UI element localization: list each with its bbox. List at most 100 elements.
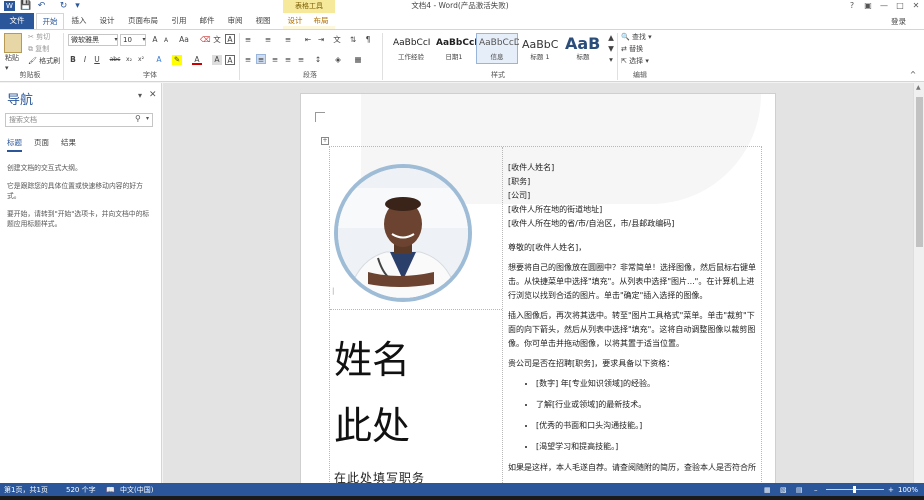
save-icon[interactable]: 💾 bbox=[20, 1, 31, 11]
bold-icon[interactable]: B bbox=[68, 55, 78, 65]
read-mode-icon[interactable]: ▦ bbox=[764, 483, 771, 497]
align-right-icon[interactable]: ≡ bbox=[270, 55, 280, 65]
maximize-button[interactable]: □ bbox=[892, 0, 908, 12]
name-line-2[interactable]: 此处 bbox=[334, 403, 410, 449]
search-icon[interactable]: ⚲ bbox=[135, 114, 141, 123]
style-info[interactable]: AaBbCcD 信息 bbox=[476, 33, 519, 64]
strikethrough-icon[interactable]: abc bbox=[108, 55, 122, 65]
paste-icon[interactable] bbox=[4, 33, 22, 53]
align-center-icon[interactable]: ≡ bbox=[256, 54, 266, 64]
list-item[interactable]: [数字] 年[专业知识领域]的经验。 bbox=[536, 377, 760, 391]
style-date1[interactable]: AaBbCcDc 日期1 bbox=[433, 33, 476, 64]
styles-scroll-up-icon[interactable]: ▲ bbox=[606, 33, 616, 43]
paragraph-4[interactable]: 如果是这样，本人毛遂自荐。请查阅随附的简历，查验本人是否符合所 bbox=[508, 461, 760, 475]
proofing-icon[interactable]: 📖 bbox=[106, 483, 115, 497]
tab-table-layout[interactable]: 布局 bbox=[309, 13, 333, 29]
change-case-icon[interactable]: Aa bbox=[176, 35, 192, 45]
city-address-field[interactable]: [收件人所在地的省/市/自治区，市/县邮政编码] bbox=[508, 217, 760, 231]
company-field[interactable]: [公司] bbox=[508, 189, 760, 203]
underline-icon[interactable]: U bbox=[92, 55, 102, 65]
scroll-up-icon[interactable]: ▲ bbox=[916, 84, 921, 91]
text-effects-icon[interactable]: A bbox=[154, 55, 164, 65]
print-layout-icon[interactable]: ▧ bbox=[780, 483, 787, 497]
copy-button[interactable]: ⧉ 复制 bbox=[28, 44, 49, 54]
replace-button[interactable]: ⇄ 替换 bbox=[621, 44, 643, 54]
tab-references[interactable]: 引用 bbox=[166, 13, 192, 29]
minimize-button[interactable]: — bbox=[876, 0, 892, 12]
styles-scroll-down-icon[interactable]: ▼ bbox=[606, 44, 616, 54]
subscript-icon[interactable]: x₂ bbox=[124, 55, 134, 65]
tab-design[interactable]: 设计 bbox=[94, 13, 120, 29]
font-color-icon[interactable]: A bbox=[192, 55, 202, 65]
superscript-icon[interactable]: x² bbox=[136, 55, 146, 65]
table-move-handle-icon[interactable]: + bbox=[321, 137, 329, 145]
tab-file[interactable]: 文件 bbox=[0, 13, 34, 29]
nav-search-input[interactable]: 搜索文档 bbox=[5, 113, 153, 127]
nav-tab-headings[interactable]: 标题 bbox=[7, 137, 22, 152]
login-link[interactable]: 登录 bbox=[891, 16, 906, 27]
job-title-placeholder[interactable]: 在此处填写职务 bbox=[334, 469, 425, 483]
align-left-icon[interactable]: ≡ bbox=[243, 55, 253, 65]
paste-button[interactable]: 粘贴 bbox=[5, 53, 19, 63]
line-spacing-icon[interactable]: ↕ bbox=[313, 55, 323, 65]
nav-options-icon[interactable]: ▾ bbox=[138, 91, 142, 100]
shrink-font-icon[interactable]: A bbox=[161, 36, 171, 46]
name-line-1[interactable]: 姓名 bbox=[334, 337, 410, 383]
ribbon-display-options-icon[interactable]: ▣ bbox=[860, 0, 876, 12]
tab-mailings[interactable]: 邮件 bbox=[194, 13, 220, 29]
tab-view[interactable]: 视图 bbox=[250, 13, 276, 29]
nav-tab-results[interactable]: 结果 bbox=[61, 137, 76, 148]
character-border-icon[interactable]: A bbox=[225, 55, 235, 65]
paragraph-1[interactable]: 想要将自己的图像放在圆圈中？非常简单！选择图像，然后鼠标右键单击。从快捷菜单中选… bbox=[508, 261, 760, 303]
list-item[interactable]: [优秀的书面和口头沟通技能。] bbox=[536, 419, 760, 433]
page-count[interactable]: 第1页，共1页 bbox=[4, 483, 48, 497]
distributed-icon[interactable]: ≡ bbox=[296, 55, 306, 65]
decrease-indent-icon[interactable]: ⇤ bbox=[303, 35, 313, 45]
paragraph-3[interactable]: 贵公司是否在招聘[职务]，要求具备以下资格： bbox=[508, 357, 760, 371]
nav-tab-pages[interactable]: 页面 bbox=[34, 137, 49, 148]
search-dropdown-icon[interactable]: ▾ bbox=[146, 115, 149, 122]
sort-icon[interactable]: ⇅ bbox=[348, 35, 358, 45]
italic-icon[interactable]: I bbox=[80, 55, 90, 65]
justify-icon[interactable]: ≡ bbox=[283, 55, 293, 65]
cut-button[interactable]: ✂ 剪切 bbox=[28, 32, 50, 42]
web-layout-icon[interactable]: ▤ bbox=[796, 483, 803, 497]
grow-font-icon[interactable]: A bbox=[150, 35, 160, 45]
collapse-ribbon-icon[interactable]: ^ bbox=[908, 70, 918, 80]
greeting[interactable]: 尊敬的[收件人姓名]， bbox=[508, 241, 760, 255]
zoom-slider[interactable] bbox=[826, 486, 884, 493]
tab-insert[interactable]: 插入 bbox=[66, 13, 92, 29]
zoom-level[interactable]: 100% bbox=[898, 483, 918, 497]
resume-table[interactable]: | 姓名 此处 在此处填写职务 [收件人姓名] [职务] [公司] [收件人所在… bbox=[329, 146, 762, 483]
customize-toolbar-icon[interactable]: ▾ bbox=[72, 1, 83, 11]
redo-icon[interactable]: ↻ bbox=[58, 1, 69, 11]
multilevel-list-icon[interactable]: ≡ bbox=[283, 35, 293, 45]
nav-close-icon[interactable]: ✕ bbox=[149, 90, 157, 100]
enclose-characters-icon[interactable]: A bbox=[225, 34, 235, 44]
show-marks-icon[interactable]: ¶ bbox=[363, 35, 373, 45]
undo-icon[interactable]: ↶ bbox=[36, 1, 47, 11]
style-heading1[interactable]: AaBbC 标题 1 bbox=[519, 33, 561, 64]
help-button[interactable]: ? bbox=[844, 0, 860, 12]
list-item[interactable]: [渴望学习和提高技能。] bbox=[536, 440, 760, 454]
recipient-title-field[interactable]: [职务] bbox=[508, 175, 760, 189]
document-page[interactable]: + | 姓名 此处 在此处填写职务 [收件人姓名] [职务] [公司] [收件人… bbox=[300, 93, 776, 483]
style-work-experience[interactable]: AaBbCcI 工作经验 bbox=[390, 33, 432, 64]
word-count[interactable]: 520 个字 bbox=[66, 483, 96, 497]
paragraph-2[interactable]: 插入图像后，再次将其选中。转至"图片工具格式"菜单。单击"裁剪"下面的向下箭头，… bbox=[508, 309, 760, 351]
zoom-in-icon[interactable]: + bbox=[888, 483, 894, 497]
style-title[interactable]: AaB 标题 bbox=[562, 33, 604, 64]
street-address-field[interactable]: [收件人所在地的街道地址] bbox=[508, 203, 760, 217]
vertical-scrollbar[interactable]: ▲ bbox=[913, 83, 924, 483]
tab-review[interactable]: 审阅 bbox=[222, 13, 248, 29]
scrollbar-thumb[interactable] bbox=[916, 97, 923, 247]
numbering-icon[interactable]: ≡ bbox=[263, 35, 273, 45]
chinese-layout-icon[interactable]: 文 bbox=[332, 35, 342, 45]
phonetic-guide-icon[interactable]: 文 bbox=[212, 35, 222, 45]
paste-dropdown-icon[interactable]: ▾ bbox=[5, 63, 9, 73]
highlight-icon[interactable]: ✎ bbox=[172, 55, 182, 65]
recipient-name-field[interactable]: [收件人姓名] bbox=[508, 161, 760, 175]
find-button[interactable]: 🔍 查找 ▾ bbox=[621, 32, 652, 42]
tab-table-design[interactable]: 设计 bbox=[283, 13, 307, 29]
increase-indent-icon[interactable]: ⇥ bbox=[316, 35, 326, 45]
